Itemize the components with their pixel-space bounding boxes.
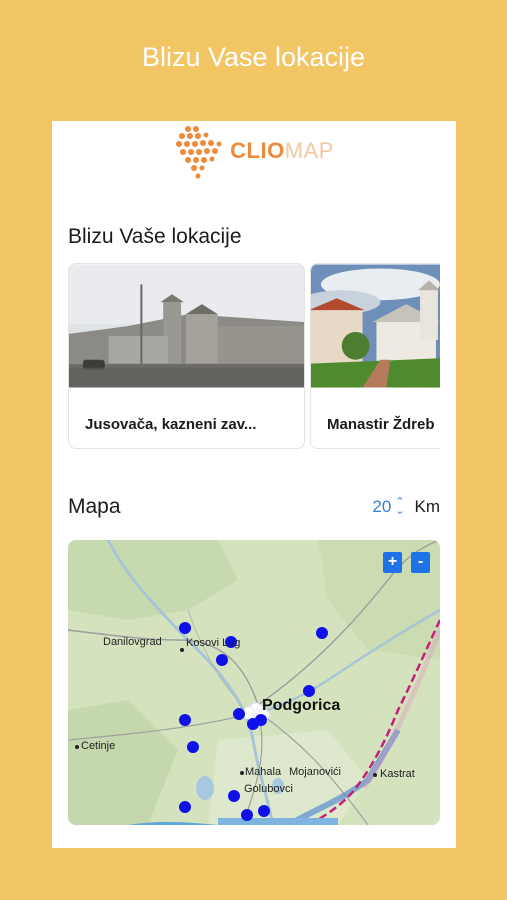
cliomap-logo-text: CLIOMAP	[230, 138, 334, 163]
card-title: Jusovača, kazneni zav...	[85, 416, 257, 433]
card-photo-prison	[69, 264, 304, 388]
place-mojanovici: Mojanovići	[289, 766, 341, 778]
place-podgorica: Podgorica	[262, 697, 341, 714]
chevron-up-down-icon[interactable]: ⌃ ⌄	[395, 497, 404, 517]
cliomap-logo-icon	[174, 123, 226, 179]
app-header: CLIOMAP	[52, 121, 456, 181]
place-cetinje: Cetinje	[81, 740, 116, 752]
radius-unit: Km	[414, 497, 441, 516]
nearby-card[interactable]: Jusovača, kazneni zav...	[68, 263, 305, 449]
nearby-carousel[interactable]: Jusovača, kazneni zav... Manastir Ždreb	[68, 263, 440, 449]
place-kastrat: Kastrat	[380, 768, 415, 780]
card-photo-monastery	[311, 264, 440, 388]
map-view[interactable]: + - Danilovgrad Kosovi Lug Podgorica Cet…	[68, 540, 440, 825]
nearby-card[interactable]: Manastir Ždreb	[310, 263, 440, 449]
app-screen: CLIOMAP Blizu Vaše lokacije Jusovača, ka…	[52, 121, 456, 848]
radius-value[interactable]: 20	[372, 497, 391, 517]
place-mahala: Mahala	[245, 766, 282, 778]
place-danilovgrad: Danilovgrad	[103, 636, 162, 648]
radius-selector[interactable]: 20 ⌃ ⌄ Km	[372, 497, 440, 517]
zoom-out-button[interactable]: -	[411, 552, 430, 573]
promo-title: Blizu Vase lokacije	[141, 42, 366, 72]
place-golubovci: Golubovci	[244, 783, 293, 795]
nearby-title: Blizu Vaše lokacije	[68, 225, 242, 248]
map-title: Mapa	[68, 495, 121, 518]
place-kosovi-lug: Kosovi Lug	[186, 637, 241, 649]
zoom-in-button[interactable]: +	[383, 552, 402, 573]
card-title: Manastir Ždreb	[327, 416, 435, 433]
